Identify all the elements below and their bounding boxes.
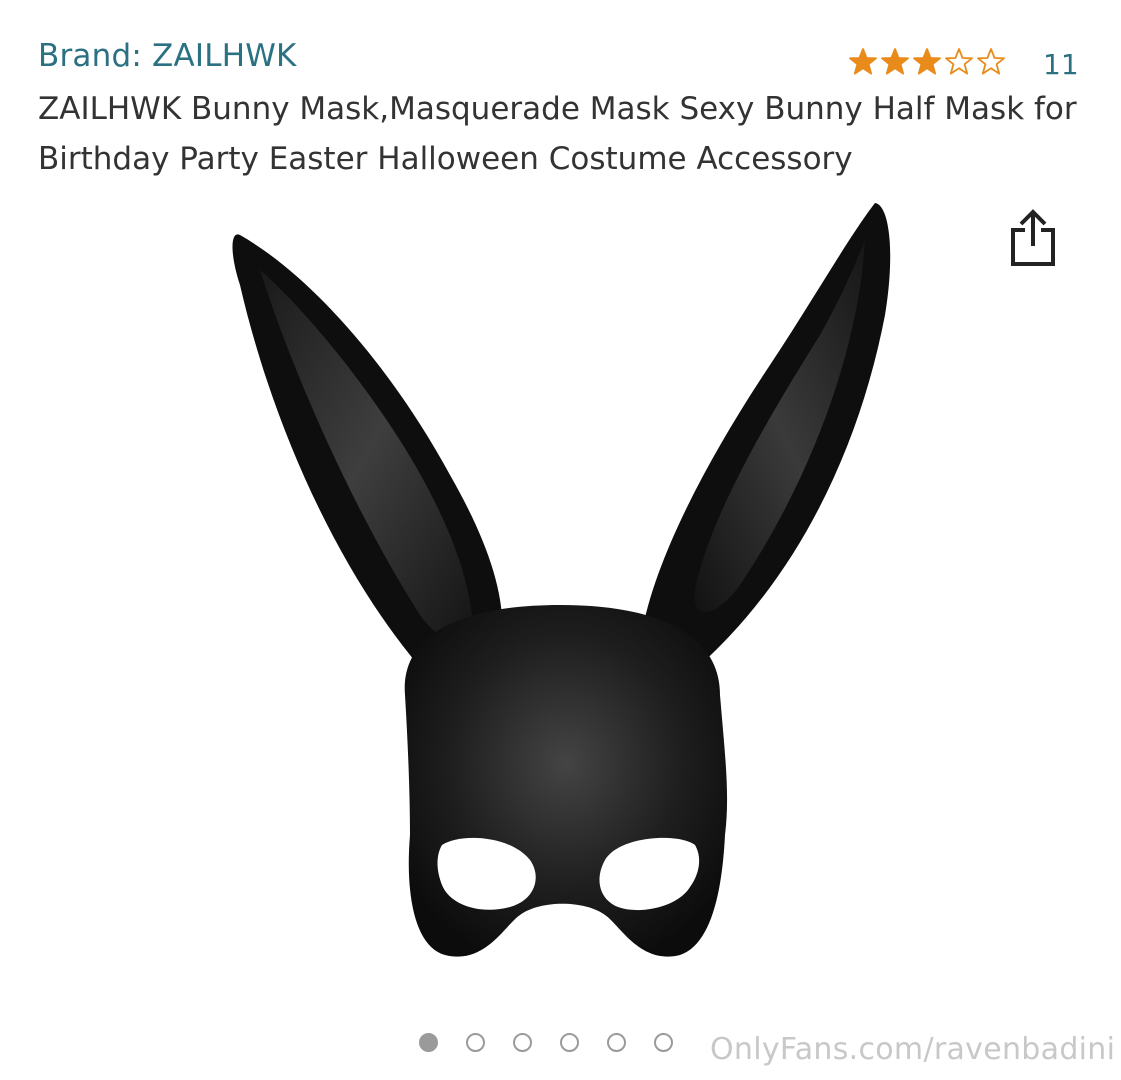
product-image[interactable]	[210, 195, 910, 975]
carousel-dot[interactable]	[466, 1033, 485, 1052]
carousel-dot[interactable]	[513, 1033, 532, 1052]
carousel-dot[interactable]	[419, 1033, 438, 1052]
share-button[interactable]	[1006, 206, 1060, 268]
review-count[interactable]: 11	[1043, 48, 1079, 81]
rating-summary[interactable]: 11	[848, 42, 1079, 81]
bunny-mask-image	[232, 203, 891, 957]
star-empty-icon	[945, 47, 973, 75]
product-title: ZAILHWK Bunny Mask,Masquerade Mask Sexy …	[38, 91, 1077, 177]
carousel-dot[interactable]	[560, 1033, 579, 1052]
star-filled-icon	[913, 47, 941, 75]
share-icon	[1011, 209, 1055, 266]
star-empty-icon	[977, 47, 1005, 75]
watermark-text: OnlyFans.com/ravenbadini	[710, 1032, 1116, 1067]
star-rating	[848, 47, 1006, 77]
carousel-dot[interactable]	[607, 1033, 626, 1052]
star-filled-icon	[881, 47, 909, 75]
brand-link[interactable]: Brand: ZAILHWK	[38, 38, 297, 74]
star-filled-icon	[849, 47, 877, 75]
image-carousel-dots	[419, 1033, 673, 1052]
carousel-dot[interactable]	[654, 1033, 673, 1052]
